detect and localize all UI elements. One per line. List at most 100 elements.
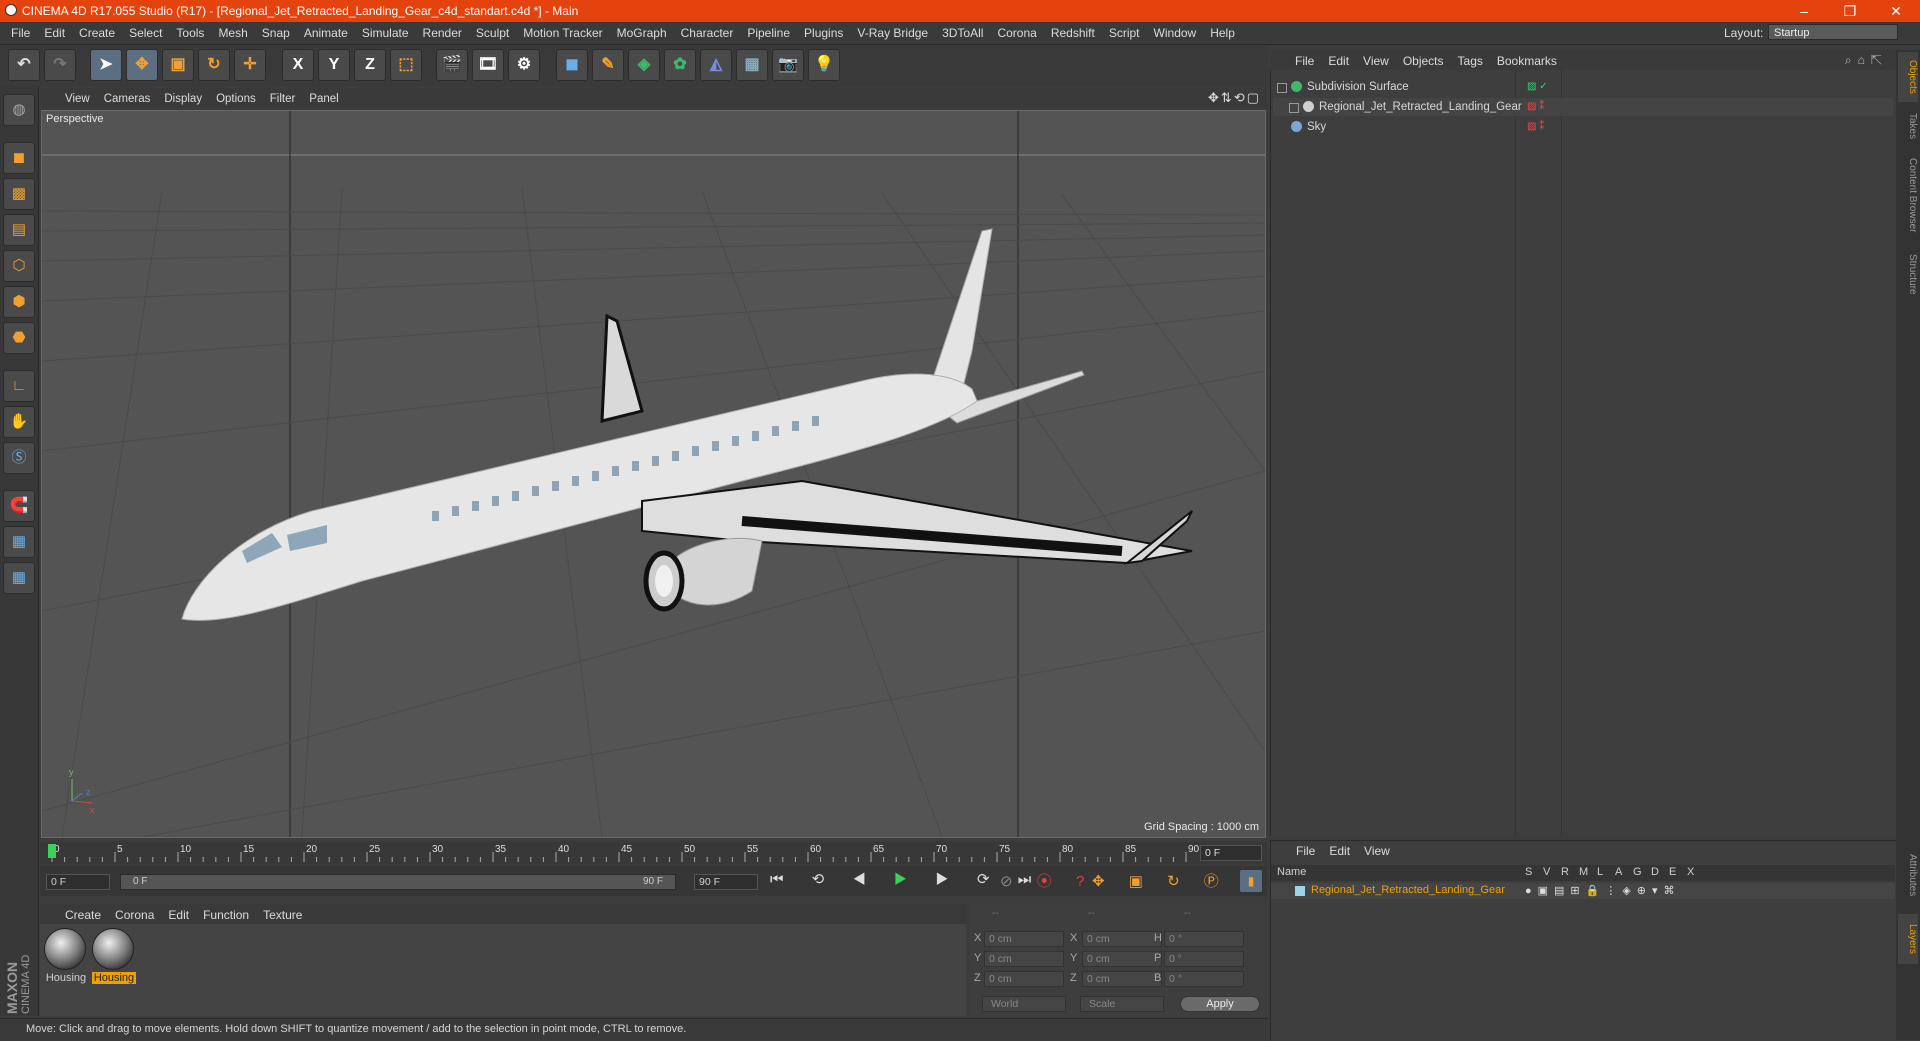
render-picture-viewer-icon[interactable]: 🎞: [472, 49, 504, 81]
snap-s-icon[interactable]: Ⓢ: [3, 442, 35, 474]
object-menu-tags[interactable]: Tags: [1451, 54, 1490, 68]
menu-redshift[interactable]: Redshift: [1044, 26, 1102, 40]
tab-attributes[interactable]: Attributes: [1898, 840, 1918, 910]
minimize-button[interactable]: –: [1781, 0, 1827, 22]
start-frame-field[interactable]: 0 F: [46, 874, 110, 890]
expand-toggle-icon[interactable]: [1289, 103, 1299, 113]
object-menu-edit[interactable]: Edit: [1321, 54, 1356, 68]
axis-x-lock-button[interactable]: X: [282, 49, 314, 81]
object-visibility-icons[interactable]: ▨ ✓: [1527, 78, 1548, 96]
menu-corona[interactable]: Corona: [990, 26, 1043, 40]
menu-snap[interactable]: Snap: [255, 26, 297, 40]
object-visibility-icons[interactable]: ▨ ⁑: [1527, 98, 1544, 116]
coord-size-field[interactable]: 0 cm: [1082, 951, 1162, 967]
object-menu-objects[interactable]: Objects: [1396, 54, 1451, 68]
object-menu-file[interactable]: File: [1288, 54, 1321, 68]
axis-y-lock-button[interactable]: Y: [318, 49, 350, 81]
transform-tool-icon[interactable]: ✛: [234, 49, 266, 81]
spline-pen-icon[interactable]: ✎: [592, 49, 624, 81]
menu-pipeline[interactable]: Pipeline: [740, 26, 797, 40]
cloner-icon[interactable]: ✿: [664, 49, 696, 81]
menu-render[interactable]: Render: [416, 26, 469, 40]
coord-rotation-field[interactable]: 0 °: [1164, 931, 1244, 947]
camera-icon[interactable]: 📷: [772, 49, 804, 81]
viewport-menu-cameras[interactable]: Cameras: [97, 93, 158, 105]
tab-objects[interactable]: Objects: [1898, 52, 1918, 102]
material-menu-corona[interactable]: Corona: [108, 908, 161, 922]
lock-workplane-icon[interactable]: ▦: [3, 526, 35, 558]
material-menu-texture[interactable]: Texture: [256, 908, 309, 922]
object-menu-view[interactable]: View: [1356, 54, 1396, 68]
layer-column-header[interactable]: E: [1669, 866, 1676, 878]
menu-tools[interactable]: Tools: [169, 26, 211, 40]
object-menu-bookmarks[interactable]: Bookmarks: [1490, 54, 1564, 68]
viewport-menu-filter[interactable]: Filter: [263, 93, 303, 105]
menu-script[interactable]: Script: [1102, 26, 1147, 40]
menu-v-ray-bridge[interactable]: V-Ray Bridge: [850, 26, 935, 40]
floor-environment-icon[interactable]: ▦: [736, 49, 768, 81]
layer-column-header[interactable]: X: [1687, 866, 1694, 878]
axis-z-lock-button[interactable]: Z: [354, 49, 386, 81]
coord-size-field[interactable]: 0 cm: [1082, 971, 1162, 987]
layout-select[interactable]: Startup: [1768, 24, 1898, 40]
coord-size-field[interactable]: 0 cm: [1082, 931, 1162, 947]
viewport-menu-options[interactable]: Options: [209, 93, 263, 105]
move-tool-icon[interactable]: ✥: [126, 49, 158, 81]
texture-mode-icon[interactable]: ▩: [3, 178, 35, 210]
viewport-menu-view[interactable]: View: [58, 93, 97, 105]
coord-rotation-field[interactable]: 0 °: [1164, 951, 1244, 967]
material-housing-2[interactable]: Housing: [92, 928, 136, 984]
close-button[interactable]: ✕: [1873, 0, 1919, 22]
scale-tool-icon[interactable]: ▣: [162, 49, 194, 81]
viewport-menu-display[interactable]: Display: [157, 93, 209, 105]
points-mode-icon[interactable]: ⬡: [3, 250, 35, 282]
menu-motion-tracker[interactable]: Motion Tracker: [516, 26, 609, 40]
menu-sculpt[interactable]: Sculpt: [469, 26, 516, 40]
planar-workplane-icon[interactable]: ▦: [3, 562, 35, 594]
coord-mode-select[interactable]: World: [982, 996, 1066, 1012]
menu-select[interactable]: Select: [122, 26, 169, 40]
menu-window[interactable]: Window: [1147, 26, 1204, 40]
object-row[interactable]: Sky ▨ ⁑: [1273, 118, 1893, 136]
material-menu-edit[interactable]: Edit: [161, 908, 196, 922]
layer-menu-view[interactable]: View: [1357, 844, 1397, 858]
coord-position-field[interactable]: 0 cm: [984, 931, 1064, 947]
menu-character[interactable]: Character: [674, 26, 741, 40]
axis-mode-icon[interactable]: ∟: [3, 370, 35, 402]
playhead-marker[interactable]: [48, 844, 56, 858]
tab-layers[interactable]: Layers: [1898, 914, 1918, 964]
restore-button[interactable]: ❐: [1827, 0, 1873, 22]
tab-takes[interactable]: Takes: [1898, 106, 1918, 146]
menu-3dtoall[interactable]: 3DToAll: [935, 26, 990, 40]
magnet-icon[interactable]: 🧲: [3, 490, 35, 522]
object-manager-tools[interactable]: ⌕⌂⇱: [1845, 53, 1888, 68]
layer-column-header[interactable]: R: [1561, 866, 1569, 878]
tab-content-browser[interactable]: Content Browser: [1898, 150, 1918, 240]
coord-rotation-field[interactable]: 0 °: [1164, 971, 1244, 987]
tab-structure[interactable]: Structure: [1898, 244, 1918, 304]
layer-menu-file[interactable]: File: [1289, 844, 1322, 858]
edges-mode-icon[interactable]: ⬢: [3, 286, 35, 318]
layer-column-header[interactable]: D: [1651, 866, 1659, 878]
deformer-icon[interactable]: ◭: [700, 49, 732, 81]
light-icon[interactable]: 💡: [808, 49, 840, 81]
menu-animate[interactable]: Animate: [297, 26, 355, 40]
redo-icon[interactable]: ↷: [44, 49, 76, 81]
render-settings-icon[interactable]: ⚙: [508, 49, 540, 81]
material-housing-1[interactable]: Housing: [44, 928, 88, 984]
menu-mesh[interactable]: Mesh: [211, 26, 254, 40]
play-icon[interactable]: ▶: [894, 871, 919, 888]
polygons-mode-icon[interactable]: ⬣: [3, 322, 35, 354]
object-visibility-icons[interactable]: ▨ ⁑: [1527, 118, 1544, 136]
timeline-window-icon[interactable]: ▮: [1240, 870, 1262, 892]
keyframe-controls[interactable]: ⊘ ⦿ ?: [1000, 870, 1094, 891]
layer-menu-edit[interactable]: Edit: [1322, 844, 1357, 858]
model-mode-icon[interactable]: ◼: [3, 142, 35, 174]
tweak-mode-icon[interactable]: ✋: [3, 406, 35, 438]
menu-edit[interactable]: Edit: [37, 26, 72, 40]
menu-simulate[interactable]: Simulate: [355, 26, 416, 40]
coord-position-field[interactable]: 0 cm: [984, 951, 1064, 967]
workplane-icon[interactable]: ▤: [3, 214, 35, 246]
menu-file[interactable]: File: [4, 26, 37, 40]
cube-primitive-icon[interactable]: ◼: [556, 49, 588, 81]
